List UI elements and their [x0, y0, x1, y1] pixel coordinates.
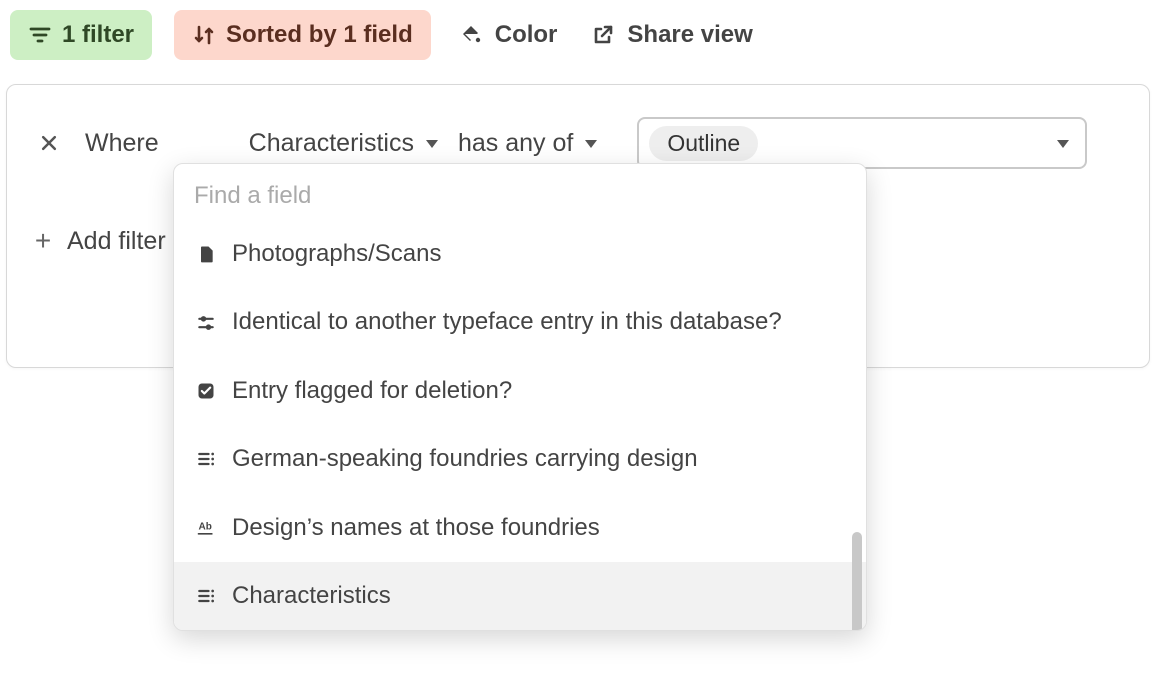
share-icon	[591, 23, 615, 47]
text-icon: Ab	[194, 518, 218, 538]
scrollbar-thumb[interactable]	[852, 532, 862, 631]
checkbox-icon	[194, 381, 218, 401]
value-selector[interactable]: Outline	[637, 117, 1087, 169]
field-option-label: Identical to another typeface entry in t…	[232, 306, 846, 338]
field-option-label: Characteristics	[232, 580, 846, 612]
field-option-label: Design’s names at those foundries	[232, 512, 846, 544]
view-toolbar: 1 filter Sorted by 1 field Color Share v…	[0, 0, 1156, 76]
filter-condition-row: Where Characteristics has any of Outline	[33, 117, 1123, 169]
svg-text:Ab: Ab	[199, 521, 212, 532]
add-filter-label: Add filter	[67, 227, 166, 256]
field-search-placeholder: Find a field	[194, 182, 311, 209]
field-option[interactable]: Photographs/Scans	[174, 220, 866, 288]
paint-bucket-icon	[459, 23, 483, 47]
field-search-input[interactable]: Find a field	[174, 164, 866, 220]
plus-icon: +	[33, 225, 53, 257]
filter-button-label: 1 filter	[62, 21, 134, 49]
sort-icon	[192, 23, 216, 47]
where-label: Where	[85, 129, 159, 158]
remove-condition-button[interactable]	[33, 133, 65, 153]
operator-dropdown[interactable]: has any of	[458, 129, 597, 158]
caret-down-icon	[585, 140, 597, 148]
value-chip: Outline	[649, 126, 758, 161]
sort-button-label: Sorted by 1 field	[226, 21, 413, 49]
multiselect-icon	[194, 586, 218, 606]
field-dropdown[interactable]: Characteristics	[249, 129, 438, 158]
field-option-label: Entry flagged for deletion?	[232, 375, 846, 407]
field-dropdown-label: Characteristics	[249, 129, 414, 158]
caret-down-icon	[426, 140, 438, 148]
caret-down-icon	[1057, 140, 1069, 148]
filter-button[interactable]: 1 filter	[10, 10, 152, 60]
field-option-label: German-speaking foundries carrying desig…	[232, 443, 846, 475]
field-picker-popover: Find a field Photographs/Scans Identical …	[173, 163, 867, 631]
filter-icon	[28, 23, 52, 47]
field-option-label: Photographs/Scans	[232, 238, 846, 270]
field-option[interactable]: German-speaking foundries carrying desig…	[174, 425, 866, 493]
attachment-icon	[194, 244, 218, 264]
field-option[interactable]: Identical to another typeface entry in t…	[174, 288, 866, 356]
color-button-label: Color	[495, 21, 558, 49]
color-button[interactable]: Color	[453, 10, 564, 60]
sort-button[interactable]: Sorted by 1 field	[174, 10, 431, 60]
sliders-icon	[194, 313, 218, 333]
multiselect-icon	[194, 449, 218, 469]
field-list: Photographs/Scans Identical to another ty…	[174, 220, 866, 630]
operator-dropdown-label: has any of	[458, 129, 573, 158]
field-option[interactable]: Ab Design’s names at those foundries	[174, 494, 866, 562]
share-view-button[interactable]: Share view	[585, 10, 758, 60]
field-option[interactable]: Characteristics	[174, 562, 866, 630]
share-view-label: Share view	[627, 21, 752, 49]
field-option[interactable]: Entry flagged for deletion?	[174, 357, 866, 425]
